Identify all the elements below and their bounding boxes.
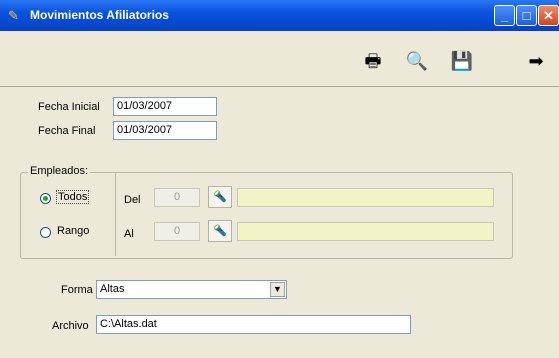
empleados-group bbox=[20, 172, 513, 259]
close-button[interactable]: ✕ bbox=[538, 5, 559, 26]
toolbar: 🖶 🔍 💾 ➡ bbox=[0, 31, 559, 87]
title-bar: ✎ Movimientos Afiliatorios _ □ ✕ bbox=[0, 0, 559, 31]
chevron-down-icon[interactable]: ▼ bbox=[270, 282, 285, 297]
todos-label[interactable]: Todos bbox=[56, 190, 90, 204]
al-name-field bbox=[237, 222, 494, 241]
todos-radio[interactable] bbox=[40, 193, 51, 204]
print-preview-icon[interactable]: 🔍 bbox=[404, 48, 430, 74]
maximize-button[interactable]: □ bbox=[516, 5, 537, 26]
rango-label[interactable]: Rango bbox=[57, 225, 89, 237]
archivo-label: Archivo bbox=[52, 320, 89, 332]
rango-radio[interactable] bbox=[40, 227, 51, 238]
fecha-inicial-label: Fecha Inicial bbox=[38, 101, 100, 113]
empleados-group-title: Empleados: bbox=[28, 165, 91, 177]
app-icon: ✎ bbox=[8, 8, 19, 23]
del-name-field bbox=[237, 188, 494, 207]
archivo-field[interactable]: C:\Altas.dat bbox=[96, 315, 411, 334]
printer-icon[interactable]: 🖶 bbox=[360, 48, 386, 74]
al-lookup-button[interactable]: 🔦 bbox=[208, 220, 232, 242]
minimize-button[interactable]: _ bbox=[494, 5, 515, 26]
forma-label: Forma bbox=[61, 284, 93, 296]
del-label: Del bbox=[124, 194, 141, 206]
fecha-final-field[interactable]: 01/03/2007 bbox=[113, 121, 217, 140]
forma-select[interactable]: Altas ▼ bbox=[96, 280, 287, 299]
forma-select-value: Altas bbox=[100, 283, 125, 295]
del-field[interactable]: 0 bbox=[154, 188, 200, 207]
fecha-inicial-field[interactable]: 01/03/2007 bbox=[113, 97, 217, 116]
al-label: Al bbox=[124, 228, 134, 240]
window-title: Movimientos Afiliatorios bbox=[30, 8, 169, 22]
save-icon[interactable]: 💾 bbox=[449, 48, 475, 74]
del-lookup-button[interactable]: 🔦 bbox=[208, 186, 232, 208]
group-divider bbox=[115, 173, 116, 256]
fecha-final-label: Fecha Final bbox=[38, 125, 96, 137]
al-field[interactable]: 0 bbox=[154, 222, 200, 241]
exit-icon[interactable]: ➡ bbox=[523, 48, 549, 74]
